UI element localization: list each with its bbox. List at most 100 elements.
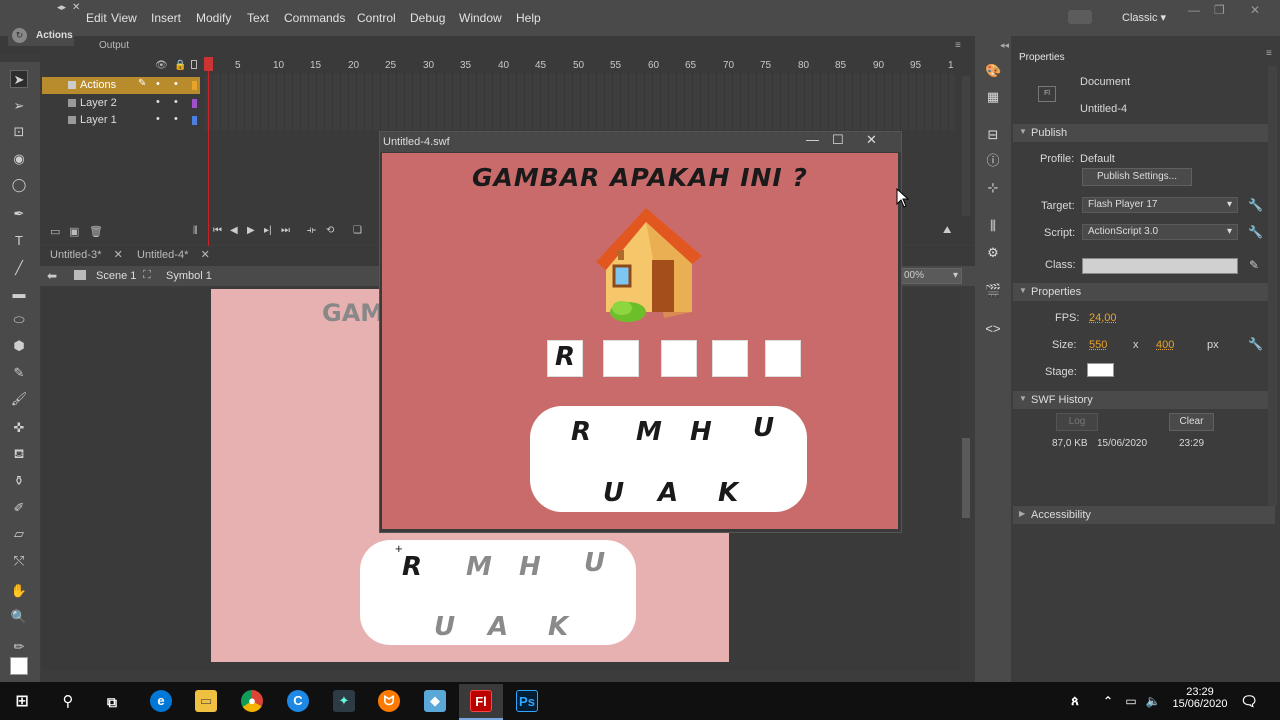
ink-bottle-tool-icon[interactable]: ⚱	[10, 472, 28, 490]
swatches-icon[interactable]: ▦	[985, 89, 1001, 105]
layer-row-layer2[interactable]: Layer 2 • •	[42, 95, 200, 112]
center-frame-icon[interactable]: ⫴	[193, 225, 198, 238]
people-icon[interactable]: ጰ	[1064, 690, 1086, 712]
letter-choice[interactable]: M	[636, 417, 662, 447]
brush-tool-icon[interactable]: 🖌	[10, 390, 28, 408]
animate-icon[interactable]: Fl	[470, 690, 492, 712]
tab-close-icon[interactable]: ✕	[114, 249, 123, 261]
notifications-icon[interactable]: 🗨	[1238, 690, 1260, 712]
lock-dot[interactable]: •	[174, 96, 178, 108]
answer-slot[interactable]	[765, 340, 801, 377]
lock-dot[interactable]: •	[174, 113, 178, 125]
answer-slot[interactable]	[603, 340, 639, 377]
polystar-tool-icon[interactable]: ⬢	[10, 337, 28, 355]
show-hide-icon[interactable]: 👁	[155, 60, 168, 71]
lasso-tool-icon[interactable]: ◯	[10, 176, 28, 194]
fps-value[interactable]: 24,00	[1089, 312, 1117, 324]
properties-section-header[interactable]: ▼ Properties	[1013, 283, 1275, 301]
pencil-tool-icon[interactable]: ✎	[10, 364, 28, 382]
color-icon[interactable]: 🎨	[985, 63, 1001, 79]
width-tool-icon[interactable]: ⤲	[10, 552, 28, 570]
letter-choice[interactable]: K	[718, 478, 738, 508]
code-snippets-icon[interactable]: <>	[985, 321, 1001, 337]
clock[interactable]: 23:29 15/06/2020	[1170, 686, 1230, 710]
panel-close-icon[interactable]: ✕	[72, 2, 80, 13]
play-icon[interactable]: ▶	[247, 225, 255, 236]
visibility-dot[interactable]: •	[156, 96, 160, 108]
swf-minimize-icon[interactable]: —	[806, 132, 819, 147]
dock-collapse-icon[interactable]: ◂◂	[1000, 40, 1009, 51]
letter-choice[interactable]: U	[753, 413, 774, 443]
zoom-tool-icon[interactable]: 🔍	[10, 608, 28, 626]
menu-debug[interactable]: Debug	[410, 11, 445, 25]
photoshop-icon[interactable]: Ps	[516, 690, 538, 712]
zoom-dropdown[interactable]: 00% ▾	[900, 268, 962, 284]
paint-bucket-tool-icon[interactable]: ⛾	[10, 445, 28, 463]
breadcrumb-symbol[interactable]: Symbol 1	[166, 270, 212, 282]
last-frame-icon[interactable]: ⏭	[281, 225, 290, 236]
stage-letter[interactable]: A	[488, 612, 508, 642]
stage-letter[interactable]: H	[519, 552, 541, 582]
menu-control[interactable]: Control	[357, 11, 396, 25]
letter-choice[interactable]: A	[658, 478, 678, 508]
breadcrumb-scene[interactable]: Scene 1	[96, 270, 136, 282]
letter-choice[interactable]: U	[603, 478, 624, 508]
menu-commands[interactable]: Commands	[284, 11, 345, 25]
swf-history-section-header[interactable]: ▼ SWF History	[1013, 391, 1275, 409]
tab-untitled-4[interactable]: Untitled-4* ✕	[137, 248, 210, 261]
outline-icon[interactable]	[191, 60, 197, 69]
layer-color-swatch[interactable]	[192, 81, 197, 90]
windows-start-icon[interactable]: ⊞	[11, 691, 33, 713]
edit-class-pencil-icon[interactable]: ✎	[1249, 258, 1259, 272]
stage-letter[interactable]: R	[402, 552, 422, 582]
tab-untitled-3[interactable]: Untitled-3* ✕	[50, 248, 123, 261]
horizontal-scrollbar[interactable]	[42, 670, 960, 682]
rectangle-tool-icon[interactable]: ▬	[10, 285, 28, 303]
swf-titlebar[interactable]	[380, 132, 901, 152]
output-tab[interactable]: Output	[99, 40, 129, 51]
vertical-scrollbar[interactable]	[960, 288, 972, 668]
motion-presets-icon[interactable]: 🎬	[985, 283, 1001, 299]
menu-modify[interactable]: Modify	[196, 11, 231, 25]
menu-text[interactable]: Text	[247, 11, 269, 25]
stage-heading-text[interactable]: GAM	[322, 299, 384, 327]
step-forward-icon[interactable]: ▸|	[264, 225, 272, 236]
edge-icon[interactable]: e	[150, 690, 172, 712]
first-frame-icon[interactable]: ⏮	[213, 225, 222, 236]
firefox-icon[interactable]: ᗢ	[378, 690, 400, 712]
timeline-zoom-icon[interactable]: ⛰	[943, 225, 951, 236]
subselection-tool-icon[interactable]: ➢	[10, 97, 28, 115]
wrench-icon[interactable]: 🔧	[1248, 337, 1263, 351]
layer-row-actions[interactable]: Actions ✎ • •	[42, 77, 200, 94]
layer-color-swatch[interactable]	[192, 116, 197, 125]
fill-color-swatch[interactable]	[10, 657, 28, 675]
pen-tool-icon[interactable]: ✒	[10, 205, 28, 223]
publish-section-header[interactable]: ▼ Publish	[1013, 124, 1275, 142]
playhead[interactable]	[204, 57, 213, 71]
height-value[interactable]: 400	[1156, 339, 1174, 351]
align-icon[interactable]: ⊟	[985, 127, 1001, 143]
search-icon[interactable]: ⚲	[57, 691, 79, 713]
swf-close-icon[interactable]: ✕	[866, 132, 877, 148]
delete-icon[interactable]: 🗑	[89, 225, 103, 238]
hand-tool-icon[interactable]: ✋	[10, 582, 28, 600]
onion-skin-icon[interactable]: ⟛	[307, 225, 316, 236]
step-back-icon[interactable]: ◀	[230, 225, 238, 236]
letter-choice[interactable]: H	[690, 417, 712, 447]
actions-panel-tab[interactable]: ↻ Actions	[8, 24, 74, 46]
log-button[interactable]: Log	[1056, 413, 1098, 431]
file-explorer-icon[interactable]: ▭	[195, 690, 217, 712]
properties-tab[interactable]: Properties	[1013, 48, 1073, 66]
stroke-color-icon[interactable]: ✏	[10, 638, 28, 656]
text-tool-icon[interactable]: T	[10, 232, 28, 250]
back-arrow-icon[interactable]: ⬅	[47, 269, 57, 283]
panel-options-icon[interactable]: ≡	[1266, 48, 1272, 59]
tray-expand-icon[interactable]: ⌃	[1097, 690, 1119, 712]
visibility-dot[interactable]: •	[156, 113, 160, 125]
stage-letter[interactable]: M	[466, 552, 492, 582]
layer-color-swatch[interactable]	[192, 99, 197, 108]
free-transform-tool-icon[interactable]: ⊡	[10, 123, 28, 141]
panel-options-icon[interactable]: ≡	[955, 40, 961, 51]
script-dropdown[interactable]: ActionScript 3.0 ▾	[1082, 224, 1238, 240]
width-value[interactable]: 550	[1089, 339, 1107, 351]
